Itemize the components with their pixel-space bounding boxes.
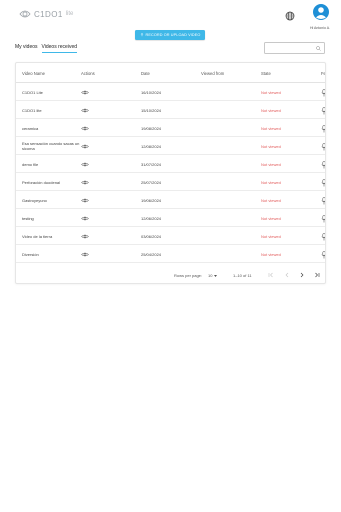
- table-row[interactable]: Video de la tierra 03/06/2024 Not viewed: [16, 227, 326, 245]
- logo-suffix: lite: [65, 11, 74, 17]
- table-body: C1DO1 Lite 16/10/2024 Not viewed C1DO1 l…: [16, 83, 326, 263]
- record-upload-label: RECORD OR UPLOAD VIDEO: [145, 33, 201, 37]
- table-row[interactable]: Gastroyeyuno 19/06/2024 Not viewed: [16, 191, 326, 209]
- column-header-viewed-from[interactable]: Viewed from: [201, 71, 224, 76]
- video-state: Not viewed: [261, 108, 281, 113]
- microphone-icon[interactable]: [321, 214, 326, 223]
- microphone-icon[interactable]: [321, 250, 326, 259]
- chevron-down-icon: [213, 274, 217, 277]
- next-page-icon[interactable]: [299, 272, 305, 278]
- video-date: 25/07/2024: [141, 180, 162, 185]
- video-date: 15/10/2024: [141, 108, 162, 113]
- table-row[interactable]: C1DO1 Lite 16/10/2024 Not viewed: [16, 83, 326, 101]
- video-state: Not viewed: [261, 198, 281, 203]
- column-header-state[interactable]: State: [261, 71, 271, 76]
- video-date: 31/07/2024: [141, 162, 162, 167]
- eye-icon[interactable]: [81, 198, 89, 203]
- video-date: 19/08/2024: [141, 126, 162, 131]
- previous-page-icon[interactable]: [284, 272, 290, 278]
- pagination-range: 1–10 of 11: [233, 273, 252, 278]
- video-state: Not viewed: [261, 144, 281, 149]
- table-pagination: Rows per page: 10 1–10 of 11: [16, 265, 325, 283]
- microphone-icon[interactable]: [321, 160, 326, 169]
- table-header: Video Name Actions Date Viewed from Stat…: [16, 63, 326, 83]
- first-page-icon[interactable]: [268, 272, 274, 278]
- microphone-icon[interactable]: [321, 142, 326, 151]
- eye-icon[interactable]: [81, 252, 89, 257]
- video-name: Esa sensación cuando sacas un sicoma: [22, 141, 80, 151]
- rows-per-page-label: Rows per page:: [174, 273, 203, 278]
- video-date: 16/10/2024: [141, 90, 162, 95]
- tab-my-videos[interactable]: My videos: [15, 44, 38, 53]
- eye-icon[interactable]: [81, 108, 89, 113]
- microphone-icon[interactable]: [321, 178, 326, 187]
- search-icon: [316, 46, 321, 51]
- eye-icon[interactable]: [81, 90, 89, 95]
- video-name: Gastroyeyuno: [22, 198, 47, 203]
- table-row[interactable]: Esa sensación cuando sacas un sicoma 12/…: [16, 137, 326, 155]
- user-name: Hi Antonio A.: [309, 26, 331, 30]
- page: C1DO1 lite Hi Antonio A. RECORD OR UPLOA…: [0, 0, 341, 512]
- video-state: Not viewed: [261, 234, 281, 239]
- table-row[interactable]: demo file 31/07/2024 Not viewed: [16, 155, 326, 173]
- table-row[interactable]: Perforación duodenal 25/07/2024 Not view…: [16, 173, 326, 191]
- microphone-icon[interactable]: [321, 196, 326, 205]
- video-date: 25/04/2024: [141, 252, 162, 257]
- column-header-date[interactable]: Date: [141, 71, 150, 76]
- table-row[interactable]: C1DO1 lite 15/10/2024 Not viewed: [16, 101, 326, 119]
- rows-per-page-value: 10: [208, 273, 213, 278]
- column-header-actions: Actions: [81, 71, 95, 76]
- video-name: C1DO1 Lite: [22, 90, 43, 95]
- video-date: 19/06/2024: [141, 198, 162, 203]
- microphone-icon[interactable]: [321, 88, 326, 97]
- video-tabs: My videos Videos received: [15, 44, 78, 53]
- globe-icon[interactable]: [285, 11, 295, 21]
- eye-icon[interactable]: [81, 180, 89, 185]
- video-state: Not viewed: [261, 216, 281, 221]
- video-name: Diversión: [22, 252, 39, 257]
- rows-per-page-select[interactable]: 10: [208, 273, 217, 278]
- video-date: 03/06/2024: [141, 234, 162, 239]
- video-name: C1DO1 lite: [22, 108, 42, 113]
- tab-videos-received[interactable]: Videos received: [41, 44, 78, 53]
- microphone-icon[interactable]: [321, 232, 326, 241]
- videos-table: Video Name Actions Date Viewed from Stat…: [15, 62, 326, 284]
- video-name: ceramica: [22, 126, 39, 131]
- column-header-feedback: Fe: [321, 71, 326, 76]
- video-state: Not viewed: [261, 126, 281, 131]
- table-row[interactable]: Diversión 25/04/2024 Not viewed: [16, 245, 326, 263]
- eye-icon[interactable]: [81, 216, 89, 221]
- upload-icon: [140, 33, 143, 37]
- record-upload-button[interactable]: RECORD OR UPLOAD VIDEO: [135, 30, 205, 40]
- microphone-icon[interactable]: [321, 124, 326, 133]
- video-name: Perforación duodenal: [22, 180, 61, 185]
- microphone-icon[interactable]: [321, 106, 326, 115]
- last-page-icon[interactable]: [314, 272, 320, 278]
- video-state: Not viewed: [261, 90, 281, 95]
- logo-text: C1DO1: [34, 9, 63, 19]
- eye-icon[interactable]: [81, 126, 89, 131]
- video-state: Not viewed: [261, 180, 281, 185]
- user-menu[interactable]: Hi Antonio A.: [303, 4, 339, 30]
- column-header-video-name[interactable]: Video Name: [22, 71, 45, 76]
- video-date: 12/06/2024: [141, 216, 162, 221]
- eye-logo-icon: [19, 10, 31, 18]
- video-name: testing: [22, 216, 34, 221]
- search-input[interactable]: [264, 42, 325, 54]
- app-logo[interactable]: C1DO1 lite: [19, 8, 73, 20]
- eye-icon[interactable]: [81, 144, 89, 149]
- video-state: Not viewed: [261, 252, 281, 257]
- video-date: 12/08/2024: [141, 144, 162, 149]
- user-avatar-icon: [313, 4, 329, 20]
- table-row[interactable]: ceramica 19/08/2024 Not viewed: [16, 119, 326, 137]
- video-state: Not viewed: [261, 162, 281, 167]
- eye-icon[interactable]: [81, 234, 89, 239]
- eye-icon[interactable]: [81, 162, 89, 167]
- video-name: demo file: [22, 162, 39, 167]
- video-name: Video de la tierra: [22, 234, 53, 239]
- table-row[interactable]: testing 12/06/2024 Not viewed: [16, 209, 326, 227]
